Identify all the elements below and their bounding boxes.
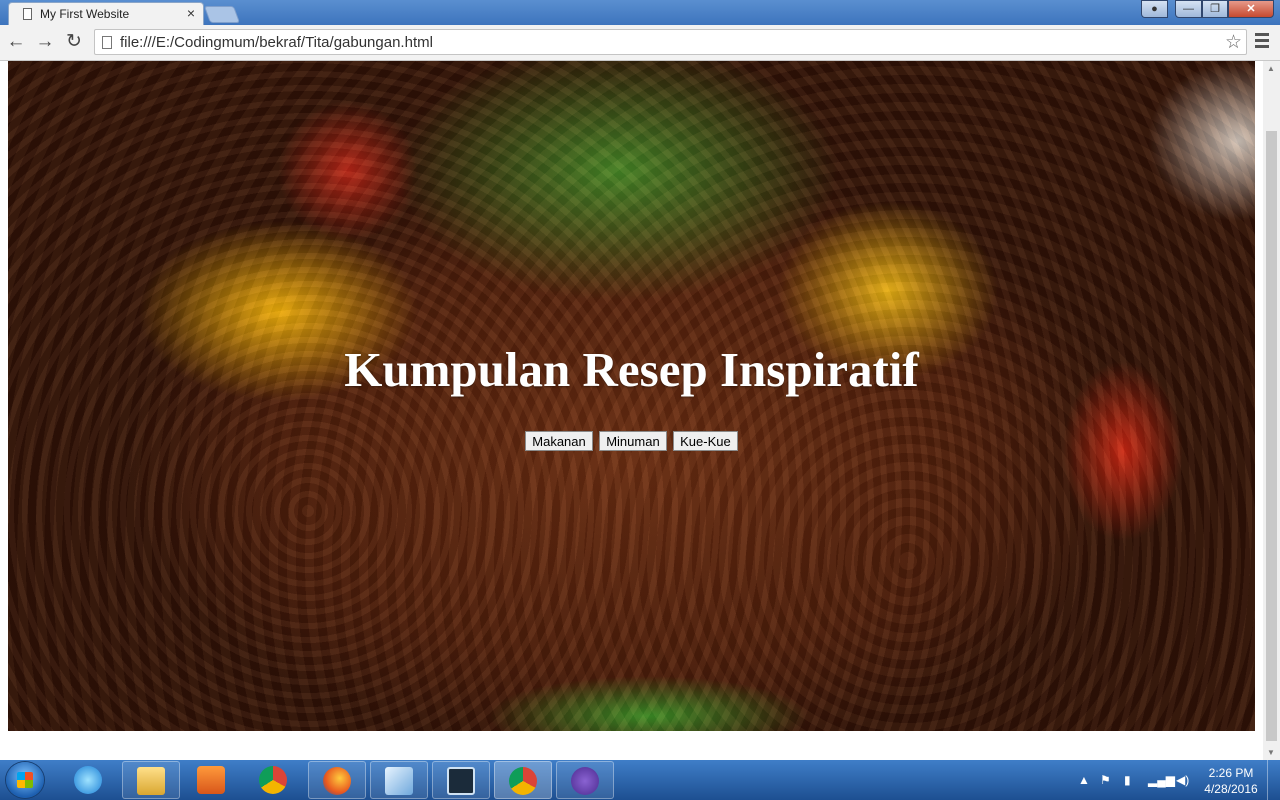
forward-icon[interactable]: → bbox=[34, 31, 56, 53]
page-icon bbox=[23, 8, 32, 20]
page-title: Kumpulan Resep Inspiratif bbox=[344, 342, 919, 397]
file-icon bbox=[102, 36, 112, 49]
taskbar-notepad[interactable] bbox=[370, 761, 428, 799]
user-profile-button[interactable]: ● bbox=[1141, 0, 1168, 18]
kue-kue-button[interactable]: Kue-Kue bbox=[673, 431, 738, 451]
minimize-button[interactable]: — bbox=[1175, 0, 1202, 18]
taskbar-brackets[interactable] bbox=[432, 761, 490, 799]
show-desktop-button[interactable] bbox=[1267, 760, 1280, 800]
windows-logo-icon bbox=[17, 772, 33, 788]
address-bar[interactable]: ☆ bbox=[94, 29, 1247, 55]
start-button[interactable] bbox=[6, 762, 44, 798]
taskbar-clock[interactable]: 2:26 PM 4/28/2016 bbox=[1196, 765, 1266, 797]
network-signal-icon[interactable]: ▂▄▆ bbox=[1148, 773, 1175, 787]
taskbar-chrome[interactable] bbox=[245, 761, 303, 799]
tab-title: My First Website bbox=[40, 7, 130, 21]
volume-icon[interactable]: ◀) bbox=[1176, 773, 1189, 787]
scroll-up-icon[interactable]: ▲ bbox=[1267, 64, 1275, 73]
chrome-icon bbox=[509, 767, 537, 795]
taskbar-file-explorer[interactable] bbox=[122, 761, 180, 799]
notepad-icon bbox=[385, 767, 413, 795]
tab-close-icon[interactable]: × bbox=[187, 5, 195, 21]
back-icon[interactable]: ← bbox=[5, 31, 27, 53]
taskbar-firefox[interactable] bbox=[308, 761, 366, 799]
bookmark-star-icon[interactable]: ☆ bbox=[1225, 31, 1242, 54]
close-window-button[interactable]: ✕ bbox=[1228, 0, 1274, 18]
windows-taskbar: ▲ ⚑ ▮ ▂▄▆ ◀) 2:26 PM 4/28/2016 bbox=[0, 760, 1280, 800]
media-player-icon bbox=[197, 766, 225, 794]
tray-expand-icon[interactable]: ▲ bbox=[1078, 773, 1090, 787]
taskbar-chrome-active[interactable] bbox=[494, 761, 552, 799]
scroll-down-icon[interactable]: ▼ bbox=[1267, 748, 1275, 757]
ie-icon bbox=[74, 766, 102, 794]
action-center-flag-icon[interactable]: ⚑ bbox=[1100, 773, 1111, 787]
github-icon bbox=[571, 767, 599, 795]
power-icon[interactable]: ▮ bbox=[1124, 773, 1131, 787]
page-viewport: Kumpulan Resep Inspiratif Makanan Minuma… bbox=[0, 61, 1280, 760]
scrollbar-thumb[interactable] bbox=[1266, 131, 1277, 741]
makanan-button[interactable]: Makanan bbox=[525, 431, 593, 451]
browser-tab[interactable]: My First Website × bbox=[8, 2, 204, 25]
hero-food-image: Kumpulan Resep Inspiratif Makanan Minuma… bbox=[8, 61, 1255, 731]
url-input[interactable] bbox=[120, 34, 1210, 51]
vertical-scrollbar[interactable]: ▲ ▼ bbox=[1263, 61, 1280, 760]
clock-date: 4/28/2016 bbox=[1204, 782, 1258, 796]
clock-time: 2:26 PM bbox=[1208, 766, 1254, 780]
firefox-icon bbox=[323, 767, 351, 795]
category-nav: Makanan Minuman Kue-Kue bbox=[8, 431, 1255, 451]
browser-titlebar: My First Website × ● — ❐ ✕ bbox=[0, 0, 1280, 25]
taskbar-ie[interactable] bbox=[60, 761, 118, 799]
chrome-menu-icon[interactable] bbox=[1255, 33, 1269, 51]
taskbar-github[interactable] bbox=[556, 761, 614, 799]
new-tab-button[interactable] bbox=[203, 6, 241, 23]
maximize-button[interactable]: ❐ bbox=[1202, 0, 1228, 18]
browser-toolbar: ← → ↻ ☆ bbox=[0, 25, 1280, 61]
taskbar-media-player[interactable] bbox=[183, 761, 241, 799]
minuman-button[interactable]: Minuman bbox=[599, 431, 667, 451]
chrome-icon bbox=[259, 766, 287, 794]
folder-icon bbox=[137, 767, 165, 795]
reload-icon[interactable]: ↻ bbox=[63, 31, 85, 53]
brackets-icon bbox=[447, 767, 475, 795]
